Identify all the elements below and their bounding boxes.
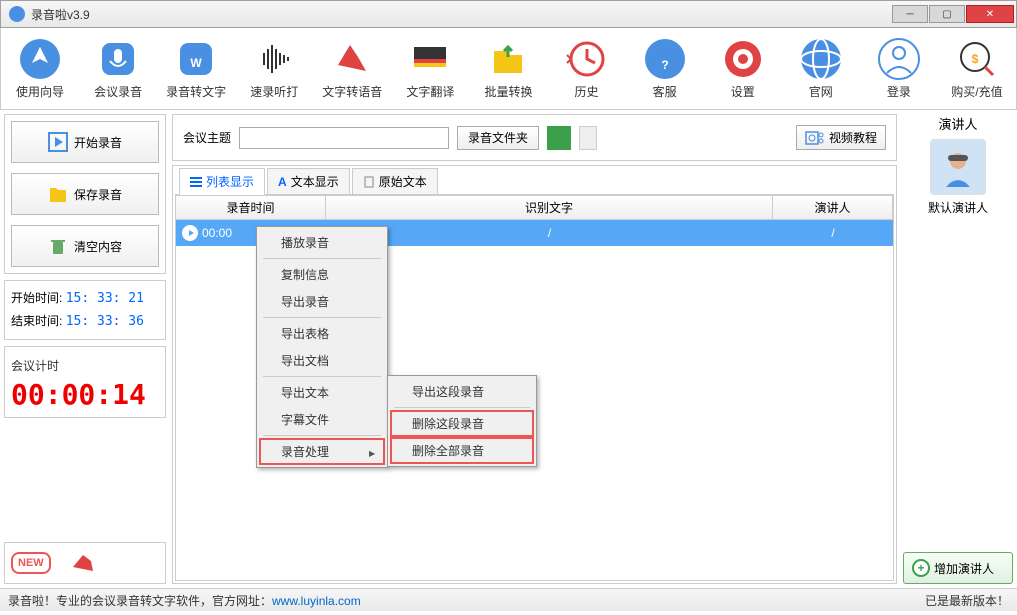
end-time-label: 结束时间: [11,314,62,328]
play-icon[interactable] [182,225,198,241]
avatar [930,139,986,195]
menu-play[interactable]: 播放录音 [259,229,385,256]
close-button[interactable]: ✕ [966,5,1014,23]
new-badge[interactable]: NEW [11,552,51,574]
toolbar-meeting-record[interactable]: 会议录音 [87,32,149,105]
record-folder-button[interactable]: 录音文件夹 [457,126,539,150]
clear-button[interactable]: 清空内容 [11,225,159,267]
th-time[interactable]: 录音时间 [176,196,326,219]
toolbar-history[interactable]: 历史 [556,32,618,105]
tab-text-view[interactable]: A文本显示 [267,168,350,194]
tab-raw-view[interactable]: 原始文本 [352,168,438,194]
submenu-delete-clip[interactable]: 删除这段录音 [390,410,534,437]
timer-label: 会议计时 [11,357,159,374]
footer-version: 已是最新版本！ [925,592,1009,609]
svg-text:?: ? [661,58,668,72]
menu-audio-process[interactable]: 录音处理 [259,438,385,465]
toolbar-translate[interactable]: 文字翻译 [399,32,461,105]
toolbar-settings[interactable]: 设置 [712,32,774,105]
topic-band: 会议主题 录音文件夹 视频教程 [172,114,897,161]
topic-input[interactable] [239,127,449,149]
record-table: 录音时间 识别文字 演讲人 00:00 / / 播放录音 复制信息 导出录音 导… [175,195,894,581]
camera-icon [805,130,825,146]
folder-icon [48,184,68,204]
submenu-delete-all[interactable]: 删除全部录音 [390,437,534,464]
start-record-button[interactable]: 开始录音 [11,121,159,163]
toolbar-batch[interactable]: 批量转换 [477,32,539,105]
maximize-button[interactable]: ▢ [929,5,965,23]
plus-icon: + [912,559,930,577]
speaker-name: 默认演讲人 [928,199,988,216]
tabs: 列表显示 A文本显示 原始文本 [175,168,894,195]
text-icon: A [278,175,287,189]
tab-list-view[interactable]: 列表显示 [179,168,265,195]
app-icon [9,6,25,22]
start-time-value: 15: 33: 21 [66,291,144,306]
menu-export-text[interactable]: 导出文本 [259,379,385,406]
toolbar-guide[interactable]: 使用向导 [9,32,71,105]
th-speaker[interactable]: 演讲人 [773,196,893,219]
menu-subtitle[interactable]: 字幕文件 [259,406,385,433]
toolbar-tts[interactable]: 文字转语音 [321,32,383,105]
submenu-export-clip[interactable]: 导出这段录音 [390,378,534,405]
toolbar-website[interactable]: 官网 [790,32,852,105]
menu-export-audio[interactable]: 导出录音 [259,288,385,315]
cell-speaker: / [773,226,893,240]
main-toolbar: 使用向导 会议录音 W录音转文字 速录听打 文字转语音 文字翻译 批量转换 历史… [0,28,1017,110]
footer-text: 录音啦！专业的会议录音转文字软件，官方网址： [8,594,272,608]
menu-copy[interactable]: 复制信息 [259,261,385,288]
toolbar-support[interactable]: ?客服 [634,32,696,105]
topic-label: 会议主题 [183,129,231,146]
statusbar: 录音啦！专业的会议录音转文字软件，官方网址：www.luyinla.com 已是… [0,588,1017,611]
horn-icon[interactable] [69,549,97,577]
color-indicator[interactable] [547,126,571,150]
end-time-value: 15: 33: 36 [66,314,144,329]
menu-export-doc[interactable]: 导出文档 [259,347,385,374]
toolbar-login[interactable]: 登录 [868,32,930,105]
titlebar: 录音啦v3.9 ─ ▢ ✕ [0,0,1017,28]
cell-text: / [326,226,773,240]
play-icon [48,132,68,152]
toolbar-fast-type[interactable]: 速录听打 [243,32,305,105]
start-time-label: 开始时间: [11,291,62,305]
save-record-button[interactable]: 保存录音 [11,173,159,215]
cell-time: 00:00 [202,226,232,240]
th-text[interactable]: 识别文字 [326,196,773,219]
speaker-default[interactable]: 默认演讲人 [903,139,1013,216]
svg-text:$: $ [972,52,979,66]
list-icon [190,176,202,188]
menu-export-table[interactable]: 导出表格 [259,320,385,347]
doc-icon [363,176,375,188]
speakers-title: 演讲人 [903,114,1013,133]
toolbar-buy[interactable]: $购买/充值 [946,32,1008,105]
submenu: 导出这段录音 删除这段录音 删除全部录音 [387,375,537,467]
footer-link[interactable]: www.luyinla.com [272,594,361,608]
video-tutorial-button[interactable]: 视频教程 [796,125,886,150]
add-speaker-button[interactable]: + 增加演讲人 [903,552,1013,584]
trash-icon [48,236,68,256]
window-title: 录音啦v3.9 [31,6,892,23]
minimize-button[interactable]: ─ [892,5,928,23]
svg-text:W: W [190,56,202,70]
timer-panel: 会议计时 00:00:14 [4,346,166,418]
timer-value: 00:00:14 [11,378,159,411]
context-menu: 播放录音 复制信息 导出录音 导出表格 导出文档 导出文本 字幕文件 录音处理 … [256,226,388,468]
toolbar-rec-to-text[interactable]: W录音转文字 [165,32,227,105]
status-indicator [579,126,597,150]
times-panel: 开始时间: 15: 33: 21 结束时间: 15: 33: 36 [4,280,166,340]
